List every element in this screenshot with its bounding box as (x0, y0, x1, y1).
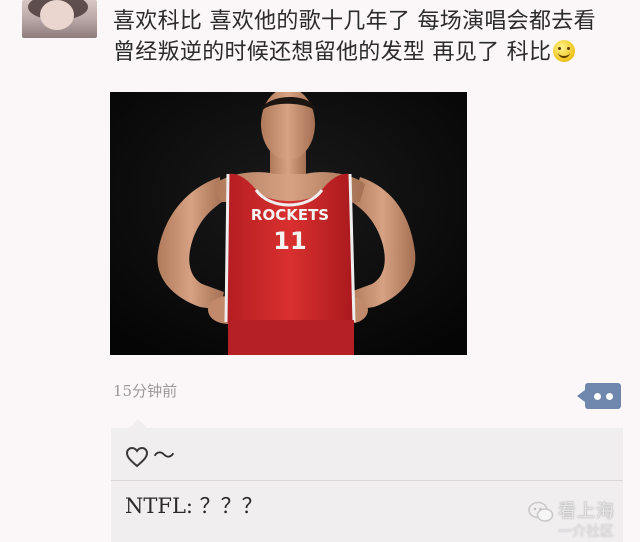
avatar[interactable] (22, 0, 97, 38)
post-text-line-2-content: 曾经叛逆的时候还想留他的发型 再见了 科比 (113, 40, 552, 65)
likes-row: ～ (125, 444, 175, 470)
more-dot-icon (593, 392, 601, 400)
heart-icon (125, 446, 149, 468)
jersey-number: 11 (273, 227, 306, 255)
post-text-line-1: 喜欢科比 喜欢他的歌十几年了 每场演唱会都去看 (113, 9, 596, 34)
avatar-face (40, 0, 74, 30)
comment-more-button[interactable] (577, 383, 621, 409)
wechat-icon (528, 501, 554, 522)
watermark: 看上海 一介社区 (528, 497, 640, 542)
watermark-name: 看上海 (558, 501, 615, 522)
post-photo[interactable]: ROCKETS 11 (110, 92, 467, 355)
comment-item[interactable]: NTFL: ？？？ (125, 490, 263, 520)
likes-names[interactable]: ～ (153, 446, 175, 468)
watermark-handle: 一介社区 (558, 524, 614, 540)
more-dot-icon (605, 392, 613, 400)
smiley-icon (553, 40, 576, 62)
comment-divider (111, 480, 623, 481)
post-text: 喜欢科比 喜欢他的歌十几年了 每场演唱会都去看 曾经叛逆的时候还想留他的发型 再… (113, 6, 623, 68)
post-text-line-2: 曾经叛逆的时候还想留他的发型 再见了 科比 (113, 37, 623, 68)
player-illustration: ROCKETS 11 (110, 92, 467, 355)
post-time: 15分钟前 (113, 382, 178, 400)
jersey-text: ROCKETS (251, 206, 329, 224)
